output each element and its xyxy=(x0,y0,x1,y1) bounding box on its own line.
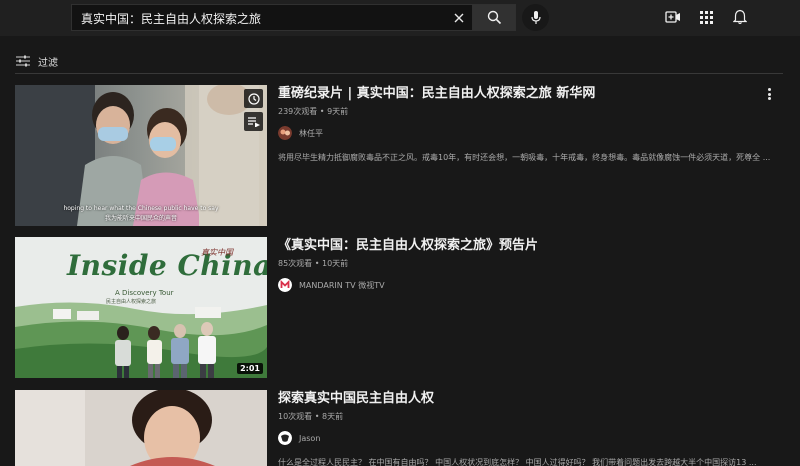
thumbnail-subtitle: A Discovery Tour xyxy=(115,289,174,297)
clear-icon[interactable] xyxy=(452,11,466,25)
add-to-queue-button[interactable] xyxy=(244,112,263,131)
dot-icon xyxy=(767,97,771,100)
apps-button[interactable] xyxy=(697,8,715,26)
video-thumbnail[interactable] xyxy=(15,390,267,466)
search-button[interactable] xyxy=(472,4,516,31)
video-info: 探索真实中国民主自由人权 10次观看 • 8天前 Jason 什么是全过程人民民… xyxy=(278,390,778,466)
filter-label: 过滤 xyxy=(38,57,58,69)
microphone-icon xyxy=(530,11,541,24)
video-title[interactable]: 探索真实中国民主自由人权 xyxy=(278,390,778,408)
video-camera-plus-icon xyxy=(665,11,680,23)
video-description: 将用尽毕生精力抵御腐败毒品不正之风。戒毒10年，有时还会想，一朝吸毒，十年戒毒，… xyxy=(278,153,771,162)
avatar xyxy=(278,278,292,292)
channel-link[interactable]: MANDARIN TV 微视TV xyxy=(278,278,778,292)
channel-name: 林任平 xyxy=(299,128,323,138)
search-query: 真实中国：民主自由人权探索之旅 xyxy=(81,12,262,26)
video-subtitle-en: hoping to hear what the Chinese public h… xyxy=(63,205,219,212)
more-options-button[interactable] xyxy=(763,87,775,101)
channel-name: MANDARIN TV 微视TV xyxy=(299,280,385,290)
video-meta: 10次观看 • 8天前 xyxy=(278,412,344,421)
thumbnail-title: Inside China xyxy=(67,249,267,282)
queue-icon xyxy=(247,116,260,127)
duration-badge: 2:01 xyxy=(237,363,263,374)
video-meta: 239次观看 • 9天前 xyxy=(278,107,349,116)
video-thumbnail[interactable]: Inside China 真实中国 A Discovery Tour 民主自由人… xyxy=(15,237,267,378)
search-input[interactable]: 真实中国：民主自由人权探索之旅 xyxy=(71,4,472,31)
video-title[interactable]: 《真实中国：民主自由人权探索之旅》预告片 xyxy=(278,237,778,255)
channel-name: Jason xyxy=(299,433,321,443)
filter-sliders-icon xyxy=(16,55,30,67)
channel-link[interactable]: 林任平 xyxy=(278,126,778,140)
video-subtitle-zh: 我为能听来中国民众的声音 xyxy=(104,215,177,222)
video-info: 重磅纪录片 | 真实中国：民主自由人权探索之旅 新华网 239次观看 • 9天前… xyxy=(278,85,778,164)
dot-icon xyxy=(767,92,771,96)
thumbnail-scene xyxy=(15,390,267,466)
avatar xyxy=(278,431,292,445)
divider xyxy=(15,73,783,74)
filter-button[interactable]: 过滤 xyxy=(16,52,58,70)
video-thumbnail[interactable]: hoping to hear what the Chinese public h… xyxy=(15,85,267,226)
top-bar: 真实中国：民主自由人权探索之旅 xyxy=(0,0,800,36)
thumbnail-subtitle-zh: 民主自由人权探索之旅 xyxy=(106,299,157,305)
bell-icon xyxy=(733,9,747,25)
clock-icon xyxy=(247,92,260,105)
video-info: 《真实中国：民主自由人权探索之旅》预告片 85次观看 • 10天前 MANDAR… xyxy=(278,237,778,292)
thumbnail-seal: 真实中国 xyxy=(201,248,233,257)
search-icon xyxy=(487,10,501,25)
dot-icon xyxy=(767,88,771,91)
video-meta: 85次观看 • 10天前 xyxy=(278,259,349,268)
apps-grid-icon xyxy=(699,10,713,24)
create-video-button[interactable] xyxy=(664,8,682,26)
video-title[interactable]: 重磅纪录片 | 真实中国：民主自由人权探索之旅 新华网 xyxy=(278,85,778,103)
avatar xyxy=(278,126,292,140)
voice-search-button[interactable] xyxy=(522,4,549,31)
notifications-button[interactable] xyxy=(731,8,749,26)
watch-later-button[interactable] xyxy=(244,89,263,108)
channel-link[interactable]: Jason xyxy=(278,431,778,445)
video-description: 什么是全过程人民民主？ 在中国有自由吗？ 中国人权状况到底怎样？ 中国人过得好吗… xyxy=(278,458,757,466)
